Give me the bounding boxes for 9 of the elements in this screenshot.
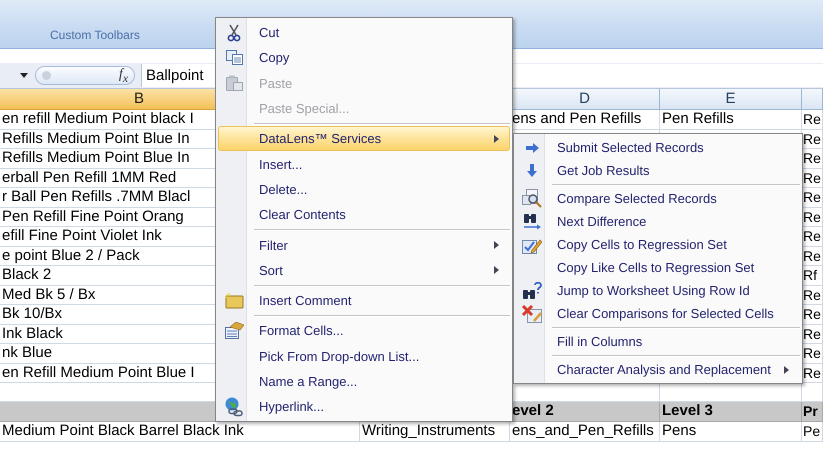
table-cell: Pe (802, 422, 823, 442)
function-label: f$_{x}$ (118, 66, 128, 84)
table-cell: Level 3 (660, 402, 802, 422)
table-cell: ens_and_Pen_Refills (510, 422, 660, 442)
table-cell: Pen Refills (660, 110, 802, 130)
table-cell: Pens (660, 422, 802, 442)
table-cell: Pr (802, 402, 823, 422)
toolbar-group-label: Custom Toolbars (50, 28, 140, 42)
table-cell: Re (802, 110, 823, 130)
